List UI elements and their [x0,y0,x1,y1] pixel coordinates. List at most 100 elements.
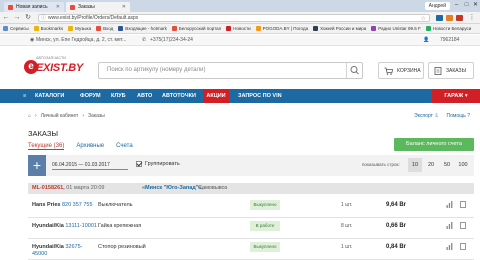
site-logo[interactable]: e АВТОЗАПЧАСТИ EXIST.BY [24,56,83,78]
part-search-input[interactable]: Поиск по артикулу (номеру детали) [98,62,363,79]
part-code[interactable]: 820 357 755 [62,202,93,208]
back-icon[interactable]: ← [2,14,10,22]
tab-invoices[interactable]: Счета [116,143,133,150]
page-actions: Экспорт ⇩ Помощь ? [414,113,470,119]
bookmark-item[interactable]: Сервисы [3,26,29,31]
nav-vin-request[interactable]: ЗАПРОС ПО VIN [238,89,282,103]
part-brand: Hyundai/Kia 32675- [32,244,82,250]
table-row: Hyundai/Kia 32675- 45000 Стопор резиновый В… [28,240,474,260]
close-tab-icon[interactable]: ✕ [122,4,126,10]
breadcrumb: ⌂ › Личный кабинет › Заказы [28,113,105,119]
reload-icon[interactable]: ↻ [24,14,32,22]
chart-icon[interactable] [446,243,453,250]
bookmark-item[interactable]: Новости Беларуси [425,26,471,31]
browser-tab-2[interactable]: Заказы ✕ [66,2,130,12]
bookmark-item[interactable]: Радио Unistar 99.5 F [371,26,421,31]
bookmark-item[interactable]: Входящие - hotmark [118,26,167,31]
document-icon[interactable] [460,201,466,208]
per-page-10[interactable]: 10 [408,158,422,172]
part-code[interactable]: 32675- [65,244,82,250]
profile-chip[interactable]: Андрей [424,2,450,10]
bookmark-label: Сервисы [10,26,29,31]
home-icon[interactable]: ⌂ [28,113,31,119]
balance-button[interactable]: Баланс личного счета [394,138,474,151]
checkbox-checked-icon[interactable] [136,161,142,167]
order-delivery: Самовывоз [198,185,228,191]
logo-subtitle: АВТОЗАПЧАСТИ [36,56,67,60]
bookmark-icon [226,26,232,31]
close-tab-icon[interactable]: ✕ [56,4,60,10]
bookmarks-bar: Сервисы Bookmarks Музыка Вход Входящие - hot… [0,24,480,34]
orders-icon [434,66,442,75]
export-link[interactable]: Экспорт ⇩ [414,113,438,119]
nav-catalogs[interactable]: КАТАЛОГИ [35,89,64,103]
bookmark-item[interactable]: Bookmarks [33,26,63,31]
site-favicon-icon [8,4,13,10]
bookmark-item[interactable]: Музыка [68,26,91,31]
per-page-50[interactable]: 50 [440,158,454,172]
bookmark-item[interactable]: Хоккей России и мира [313,26,366,31]
forward-icon[interactable]: → [13,14,21,22]
menu-icon[interactable]: ≡ [23,89,26,103]
order-number[interactable]: ML-0158261, [32,185,65,191]
bookmark-item[interactable]: Белорусский портал [171,26,221,31]
part-description: Выключатель [98,202,133,208]
chart-icon[interactable] [446,201,453,208]
nav-garage[interactable]: ГАРАЖ ▾ [432,89,480,103]
order-tabs: Текущие (36) Архивные Счета [28,143,133,150]
bookmark-item[interactable]: Новости [226,26,251,31]
bookmark-icon [118,26,124,31]
address-bar: ← → ↻ ⓘ www.exist.by/Profile/Orders/Defa… [0,12,480,24]
browser-tab-1[interactable]: Новая запись ✕ [4,2,64,12]
document-icon[interactable] [460,222,466,229]
cart-button[interactable]: КОРЗИНА [378,62,424,79]
account-number[interactable]: 7962184 [440,37,459,43]
minimize-icon[interactable]: – [452,1,461,10]
question-icon: ? [467,113,470,119]
date-range-input[interactable]: 06.04.2015 — 01.03.2017 [52,162,110,168]
browser-titlebar: Новая запись ✕ Заказы ✕ Андрей – □ ✕ [0,0,480,12]
url-input[interactable]: ⓘ www.exist.by/Profile/Orders/Default.as… [38,14,430,22]
part-code-cont[interactable]: 45000 [32,251,47,257]
group-checkbox[interactable]: Группировать [136,161,180,167]
nav-club[interactable]: КЛУБ [111,89,126,103]
nav-autopoints[interactable]: АВТОТОЧКИ [162,89,196,103]
part-code[interactable]: 13111-10001 [65,223,97,229]
chart-icon[interactable] [446,222,453,229]
quantity: 1 шт. [341,202,353,208]
tab-current[interactable]: Текущие (36) [28,143,65,150]
maximize-icon[interactable]: □ [462,1,471,10]
brand-name: Hyundai/Kia [32,244,64,250]
chevron-down-icon: ▾ [464,93,468,99]
extension-icon[interactable] [446,15,453,21]
bookmark-item[interactable]: Вход [96,26,113,31]
bookmark-star-icon[interactable]: ☆ [421,15,426,22]
nav-promotions[interactable]: АКЦИИ [203,89,229,103]
bookmark-label: Новости [233,26,251,31]
help-link[interactable]: Помощь ? [447,113,470,119]
bookmark-item[interactable]: POGODA.BY | Погода [255,26,308,31]
price: 9,64 Br [386,202,407,208]
breadcrumb-account[interactable]: Личный кабинет [41,113,79,119]
close-window-icon[interactable]: ✕ [471,1,480,10]
nav-forum[interactable]: ФОРУМ [80,89,101,103]
download-icon: ⇩ [434,113,439,119]
bookmark-icon [425,26,431,31]
menu-icon[interactable]: ⋮ [468,14,476,22]
per-page-20[interactable]: 20 [424,158,438,172]
extension-icon[interactable] [436,15,443,21]
store-address[interactable]: Минск, ул. Епе Гедройца, д. 2, ст. мет..… [36,37,126,43]
add-order-button[interactable]: + [28,155,46,176]
order-header: ML-0158261, 01 марта 20:09 «Минск "Юго-З… [28,183,474,194]
extension-icon[interactable] [456,15,463,21]
tab-archive[interactable]: Архивные [76,143,104,150]
order-store[interactable]: «Минск "Юго-Запад"», [142,183,203,194]
search-button[interactable] [346,63,362,78]
per-page-label: показывать строк: [362,162,400,167]
orders-button[interactable]: ЗАКАЗЫ [428,62,474,79]
nav-auto[interactable]: АВТО [137,89,152,103]
phone-number[interactable]: +375(17)234-34-24 [150,37,193,43]
document-icon[interactable] [460,243,466,250]
table-row: Hans Pries 820 357 755 Выключатель Выкупле… [28,198,474,218]
per-page-100[interactable]: 100 [456,158,470,172]
